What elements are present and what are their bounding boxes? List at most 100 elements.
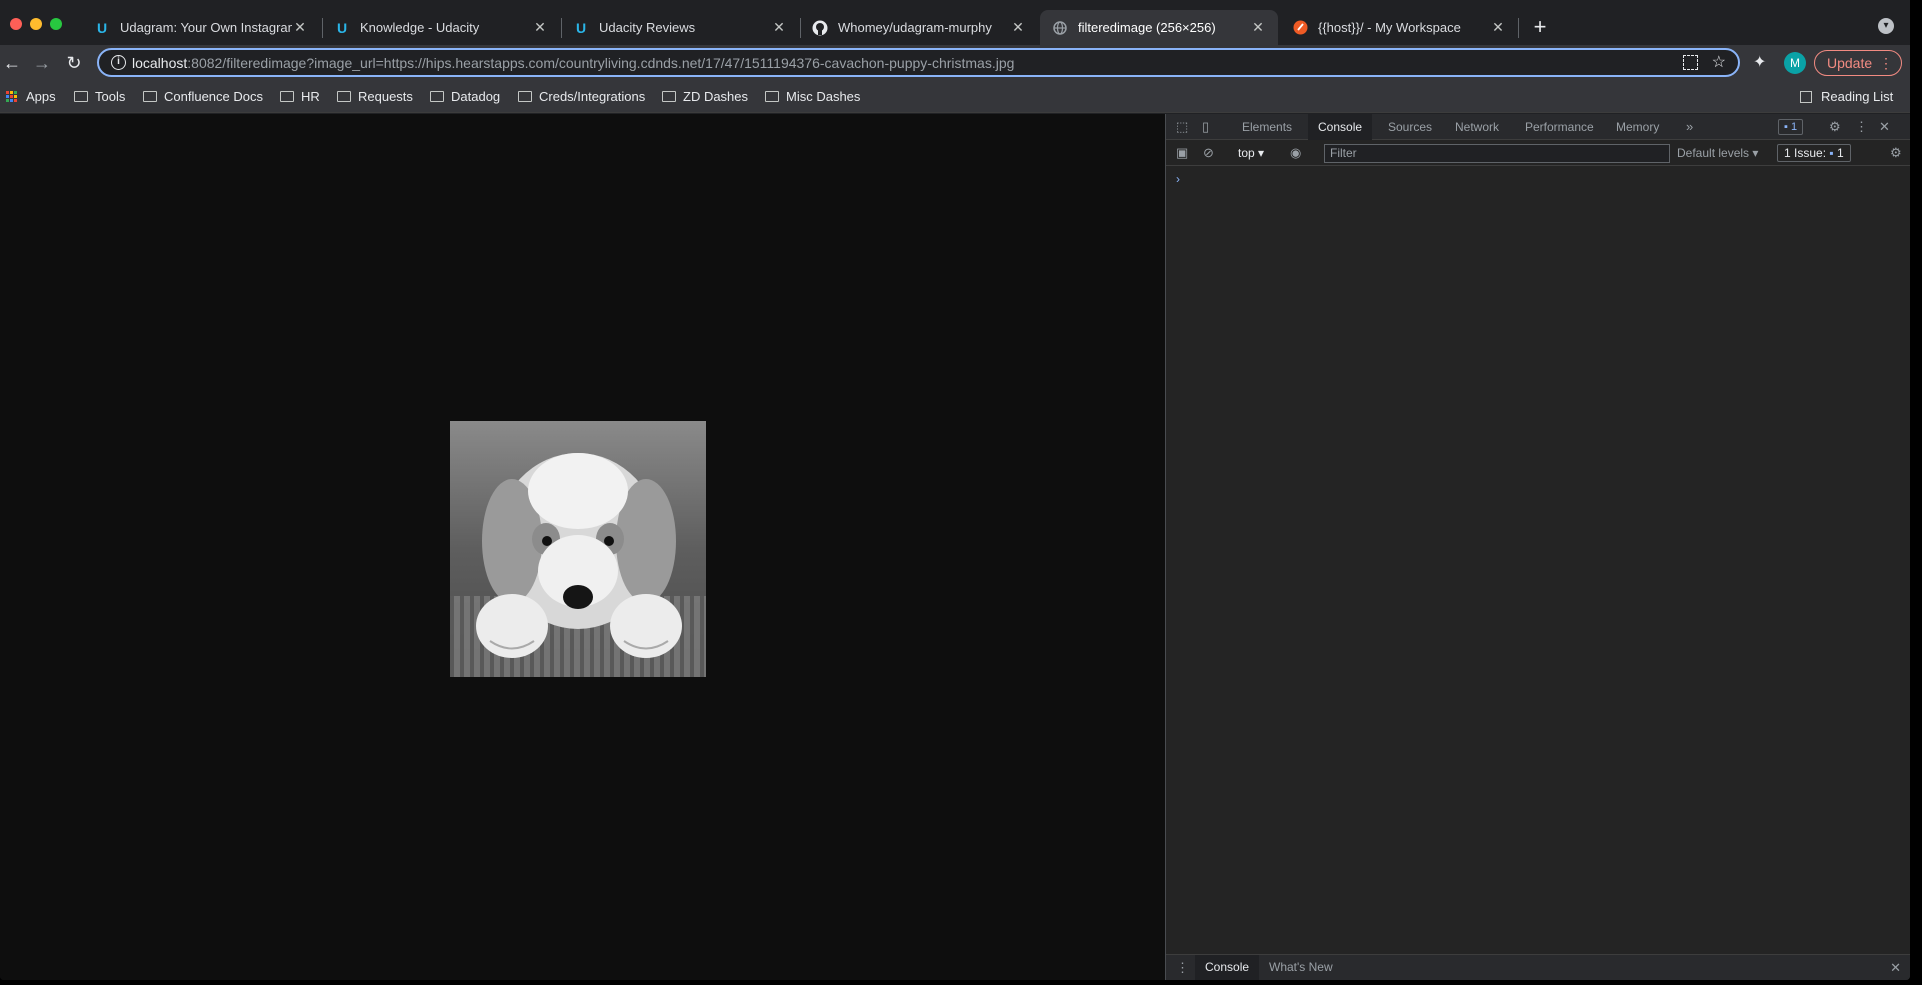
close-devtools-icon[interactable]: ✕ xyxy=(1879,119,1890,135)
site-info-icon[interactable]: i xyxy=(111,55,126,70)
bookmark-folder-tools[interactable]: Tools xyxy=(74,89,125,104)
devtools-tab-performance[interactable]: Performance xyxy=(1515,114,1604,140)
reading-list-icon xyxy=(1800,90,1812,103)
console-prompt[interactable]: › xyxy=(1176,172,1180,186)
devtools-tab-network[interactable]: Network xyxy=(1445,114,1509,140)
close-window-button[interactable] xyxy=(10,18,22,30)
tab-search-icon[interactable]: ▾ xyxy=(1878,18,1894,34)
more-options-icon[interactable]: ⋮ xyxy=(1855,119,1868,135)
new-tab-button[interactable]: + xyxy=(1528,14,1552,40)
screen-edge xyxy=(1910,0,1922,985)
navigation-toolbar: ← → ↻ i localhost:8082/filteredimage?ima… xyxy=(0,45,1910,81)
close-icon[interactable]: ✕ xyxy=(1490,19,1506,36)
reading-list-button[interactable]: Reading List xyxy=(1800,89,1893,104)
bookmark-folder-misc-dashes[interactable]: Misc Dashes xyxy=(765,89,860,104)
close-drawer-icon[interactable]: ✕ xyxy=(1890,960,1901,976)
close-icon[interactable]: ✕ xyxy=(771,19,787,36)
close-icon[interactable]: ✕ xyxy=(1010,19,1026,36)
filtered-puppy-image xyxy=(450,421,706,677)
extensions-puzzle-icon[interactable]: ✦ xyxy=(1753,52,1766,72)
update-label: Update xyxy=(1827,55,1873,71)
folder-icon xyxy=(337,91,351,102)
tab-title: Whomey/udagram-murphy xyxy=(838,20,992,35)
inspect-element-icon[interactable]: ⬚ xyxy=(1176,119,1188,135)
tab-udagram[interactable]: U Udagram: Your Own Instagram ✕ xyxy=(82,10,320,45)
tab-knowledge[interactable]: U Knowledge - Udacity ✕ xyxy=(322,10,560,45)
reading-list-label: Reading List xyxy=(1821,89,1894,104)
devtools-tab-elements[interactable]: Elements xyxy=(1232,114,1302,140)
globe-icon xyxy=(1052,20,1068,36)
bookmark-folder-datadog[interactable]: Datadog xyxy=(430,89,500,104)
log-levels-dropdown[interactable]: Default levels ▾ xyxy=(1677,146,1758,160)
context-selector[interactable]: top ▾ xyxy=(1238,146,1264,160)
close-icon[interactable]: ✕ xyxy=(532,19,548,36)
issues-counter[interactable]: 1 Issue: ▪ 1 xyxy=(1777,144,1851,162)
tab-udacity-reviews[interactable]: U Udacity Reviews ✕ xyxy=(561,10,799,45)
folder-icon xyxy=(280,91,294,102)
drawer-tab-whats-new[interactable]: What's New xyxy=(1259,955,1343,980)
folder-icon xyxy=(430,91,444,102)
bookmark-folder-hr[interactable]: HR xyxy=(280,89,320,104)
device-toolbar-icon[interactable]: ▯ xyxy=(1202,119,1209,135)
devtools-panel: ⬚ ▯ Elements Console Sources Network Per… xyxy=(1165,114,1910,980)
bookmark-folder-creds[interactable]: Creds/Integrations xyxy=(518,89,645,104)
bookmarks-bar: Apps Tools Confluence Docs HR Requests D… xyxy=(0,81,1910,113)
devtools-tab-console[interactable]: Console xyxy=(1308,114,1373,140)
back-icon[interactable]: ← xyxy=(0,51,24,75)
close-icon[interactable]: ✕ xyxy=(1250,19,1266,36)
profile-avatar[interactable]: M xyxy=(1784,52,1806,74)
bookmark-folder-confluence[interactable]: Confluence Docs xyxy=(143,89,263,104)
settings-gear-icon[interactable]: ⚙ xyxy=(1829,119,1841,135)
qr-code-icon[interactable] xyxy=(1683,55,1698,70)
devtools-tab-memory[interactable]: Memory xyxy=(1606,114,1669,140)
udacity-icon: U xyxy=(575,19,587,36)
tab-title: filteredimage (256×256) xyxy=(1078,20,1216,35)
close-icon[interactable]: ✕ xyxy=(292,19,308,36)
live-expression-eye-icon[interactable]: ◉ xyxy=(1290,145,1301,161)
console-settings-gear-icon[interactable]: ⚙ xyxy=(1890,145,1902,161)
bookmark-label: ZD Dashes xyxy=(683,89,749,104)
bookmark-label: Creds/Integrations xyxy=(539,89,646,104)
window-controls xyxy=(10,18,62,30)
page-viewport xyxy=(0,114,1165,980)
minimize-window-button[interactable] xyxy=(30,18,42,30)
forward-icon[interactable]: → xyxy=(30,51,54,75)
more-tabs-chevron-icon[interactable]: » xyxy=(1686,119,1693,134)
bookmark-label: Misc Dashes xyxy=(786,89,861,104)
console-filter-input[interactable]: Filter xyxy=(1324,144,1670,163)
folder-icon xyxy=(765,91,779,102)
drawer-menu-icon[interactable]: ⋮ xyxy=(1176,960,1189,976)
tab-title: Udagram: Your Own Instagram xyxy=(120,20,292,35)
bookmark-label: Datadog xyxy=(451,89,501,104)
browser-window: U Udagram: Your Own Instagram ✕ U Knowle… xyxy=(0,0,1910,980)
folder-icon xyxy=(662,91,676,102)
bookmark-apps[interactable]: Apps xyxy=(6,89,56,104)
bookmark-folder-requests[interactable]: Requests xyxy=(337,89,413,104)
clear-console-icon[interactable]: ⊘ xyxy=(1203,145,1214,161)
bookmark-label: Tools xyxy=(95,89,126,104)
messages-badge[interactable]: ▪ 1 xyxy=(1778,119,1804,135)
console-sidebar-icon[interactable]: ▣ xyxy=(1176,145,1188,161)
bookmark-star-icon[interactable]: ☆ xyxy=(1712,52,1726,72)
tab-title: Udacity Reviews xyxy=(599,20,696,35)
devtools-tab-sources[interactable]: Sources xyxy=(1378,114,1442,140)
bookmark-label: Confluence Docs xyxy=(164,89,263,104)
tab-title: Knowledge - Udacity xyxy=(360,20,480,35)
update-button[interactable]: Update ⋮ xyxy=(1814,50,1902,76)
address-bar[interactable]: i localhost:8082/filteredimage?image_url… xyxy=(97,48,1740,77)
drawer-tab-console[interactable]: Console xyxy=(1195,955,1260,980)
bookmark-label: HR xyxy=(301,89,320,104)
github-icon xyxy=(812,20,828,36)
bookmark-label: Requests xyxy=(358,89,413,104)
reload-icon[interactable]: ↻ xyxy=(62,51,86,75)
url-text[interactable]: localhost:8082/filteredimage?image_url=h… xyxy=(132,55,1014,71)
maximize-window-button[interactable] xyxy=(50,18,62,30)
tab-github[interactable]: Whomey/udagram-murphy ✕ xyxy=(800,10,1038,45)
devtools-drawer: ⋮ Console What's New ✕ xyxy=(1166,954,1910,980)
menu-dots-icon: ⋮ xyxy=(1879,55,1893,71)
tab-postman[interactable]: {{host}}/ - My Workspace ✕ xyxy=(1280,10,1518,45)
folder-icon xyxy=(143,91,157,102)
tab-filteredimage[interactable]: filteredimage (256×256) ✕ xyxy=(1040,10,1278,45)
bookmark-folder-zd-dashes[interactable]: ZD Dashes xyxy=(662,89,748,104)
apps-grid-icon xyxy=(6,90,18,103)
